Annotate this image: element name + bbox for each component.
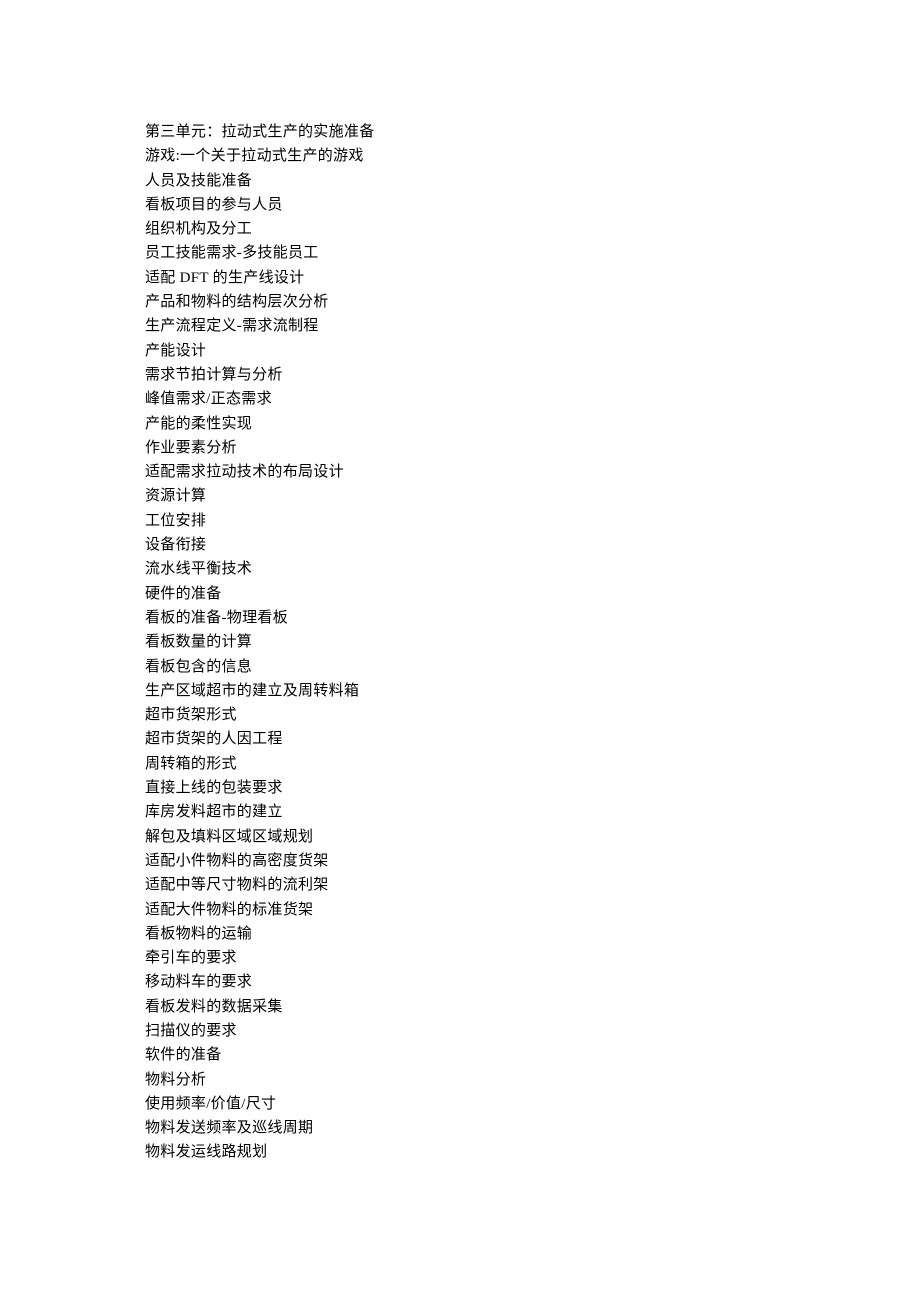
text-line: 工位安排 <box>145 509 775 533</box>
text-line: 生产区域超市的建立及周转料箱 <box>145 679 775 703</box>
document-content: 第三单元：拉动式生产的实施准备 游戏:一个关于拉动式生产的游戏 人员及技能准备 … <box>145 120 775 1165</box>
text-line: 物料分析 <box>145 1068 775 1092</box>
text-line: 第三单元：拉动式生产的实施准备 <box>145 120 775 144</box>
text-line: 游戏:一个关于拉动式生产的游戏 <box>145 144 775 168</box>
text-line: 周转箱的形式 <box>145 752 775 776</box>
text-line: 产能的柔性实现 <box>145 412 775 436</box>
text-line: 适配小件物料的高密度货架 <box>145 849 775 873</box>
text-line: 需求节拍计算与分析 <box>145 363 775 387</box>
text-line: 设备衔接 <box>145 533 775 557</box>
text-line: 流水线平衡技术 <box>145 557 775 581</box>
text-line: 解包及填料区域区域规划 <box>145 825 775 849</box>
text-line: 硬件的准备 <box>145 582 775 606</box>
text-line: 生产流程定义-需求流制程 <box>145 314 775 338</box>
text-line: 库房发料超市的建立 <box>145 800 775 824</box>
text-line: 直接上线的包装要求 <box>145 776 775 800</box>
text-line: 牵引车的要求 <box>145 946 775 970</box>
text-line: 适配需求拉动技术的布局设计 <box>145 460 775 484</box>
text-line: 超市货架的人因工程 <box>145 727 775 751</box>
text-line: 看板发料的数据采集 <box>145 995 775 1019</box>
text-line: 超市货架形式 <box>145 703 775 727</box>
text-line: 峰值需求/正态需求 <box>145 387 775 411</box>
text-line: 物料发运线路规划 <box>145 1140 775 1164</box>
text-line: 资源计算 <box>145 484 775 508</box>
text-line: 物料发送频率及巡线周期 <box>145 1116 775 1140</box>
text-line: 作业要素分析 <box>145 436 775 460</box>
text-line: 扫描仪的要求 <box>145 1019 775 1043</box>
text-line: 移动料车的要求 <box>145 970 775 994</box>
text-line: 人员及技能准备 <box>145 169 775 193</box>
text-line: 看板项目的参与人员 <box>145 193 775 217</box>
text-line: 产品和物料的结构层次分析 <box>145 290 775 314</box>
text-line: 看板物料的运输 <box>145 922 775 946</box>
text-line: 使用频率/价值/尺寸 <box>145 1092 775 1116</box>
text-line: 产能设计 <box>145 339 775 363</box>
text-line: 看板包含的信息 <box>145 655 775 679</box>
text-line: 看板数量的计算 <box>145 630 775 654</box>
text-line: 看板的准备-物理看板 <box>145 606 775 630</box>
text-line: 软件的准备 <box>145 1043 775 1067</box>
text-line: 员工技能需求-多技能员工 <box>145 241 775 265</box>
text-line: 适配中等尺寸物料的流利架 <box>145 873 775 897</box>
text-line: 组织机构及分工 <box>145 217 775 241</box>
text-line: 适配大件物料的标准货架 <box>145 898 775 922</box>
text-line: 适配 DFT 的生产线设计 <box>145 266 775 290</box>
